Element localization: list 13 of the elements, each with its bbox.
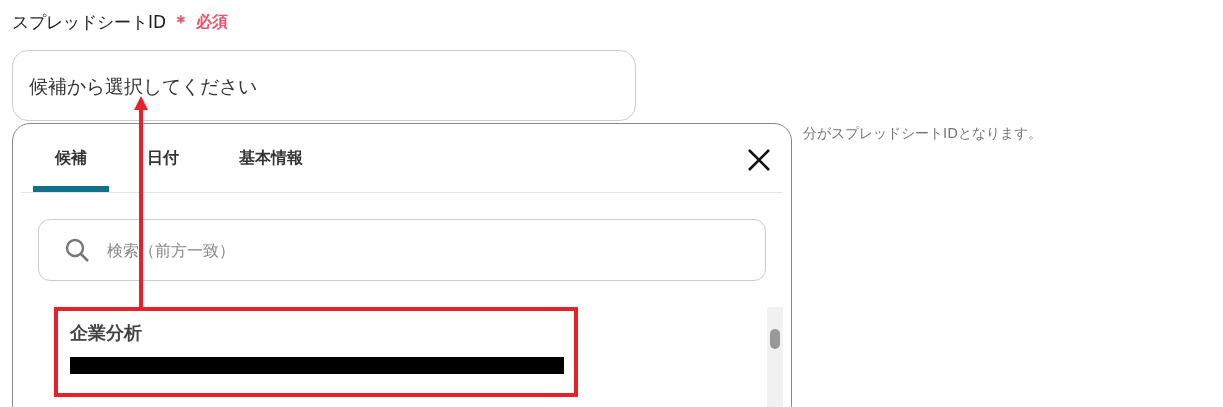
required-mark: ＊ <box>172 10 191 34</box>
item-title: 企業分析 <box>70 321 143 345</box>
tab[interactable]: 日付 <box>125 124 201 192</box>
candidate-item[interactable]: 企業分析 <box>54 307 578 397</box>
hint-text: 分がスプレッドシートIDとなります。 <box>803 125 1042 143</box>
required-label: 必須 <box>196 11 229 33</box>
search-field[interactable]: 検索（前方一致） <box>38 219 766 281</box>
search-icon <box>64 237 90 263</box>
select-field[interactable]: 候補から選択してください <box>12 50 636 121</box>
tab[interactable]: 候補 <box>33 124 109 192</box>
field-label: スプレッドシートID <box>12 10 167 34</box>
tab[interactable]: 基本情報 <box>217 124 325 192</box>
scrollbar[interactable] <box>767 307 783 407</box>
